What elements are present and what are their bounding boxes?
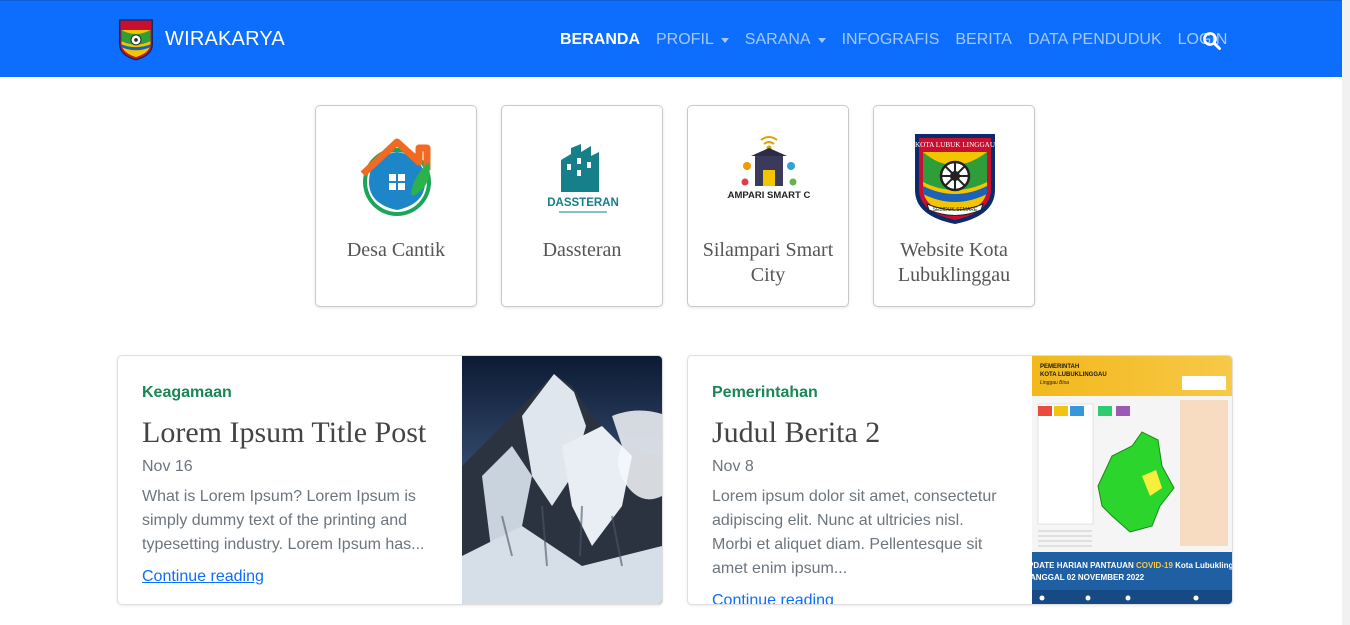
crest-motto-text: SEBIDUK SEMARE xyxy=(933,207,978,213)
post-category: Pemerintahan xyxy=(712,384,818,401)
app-label: Silampari Smart City xyxy=(702,239,834,286)
app-label: Desa Cantik xyxy=(346,239,446,261)
covid-infographic-image: PEMERINTAH KOTA LUBUKLINGGAU Linggau Bis… xyxy=(1032,356,1232,604)
post-title: Lorem Ipsum Title Post xyxy=(142,416,427,449)
nav-item-data-penduduk[interactable]: DATA PENDUDUK xyxy=(1028,31,1162,49)
city-crest-icon xyxy=(119,19,153,61)
nav-item-infografis[interactable]: INFOGRAFIS xyxy=(842,31,940,49)
post-date: Nov 16 xyxy=(142,458,193,475)
dassteran-logo-icon: DASSTERAN xyxy=(547,144,619,213)
nav-item-beranda[interactable]: BERANDA xyxy=(560,31,640,49)
app-card-silampari-smart-city[interactable]: SILAMPARI SMART CITY Silampari Smart Cit… xyxy=(687,105,849,307)
smart-city-logo-text-line: SILAMPARI SMART CITY xyxy=(727,190,811,201)
brand-name: WIRAKARYA xyxy=(165,27,285,50)
nav-item-profil[interactable]: PROFIL xyxy=(656,31,729,49)
post-date: Nov 8 xyxy=(712,458,754,475)
post-excerpt: What is Lorem Ipsum? Lorem Ipsum is simp… xyxy=(142,488,425,553)
app-card-dassteran[interactable]: DASSTERAN Dassteran xyxy=(501,105,663,307)
house-leaf-icon xyxy=(360,138,431,216)
post-excerpt: Lorem ipsum dolor sit amet, consectetur … xyxy=(712,488,997,577)
mountain-photo xyxy=(462,356,662,604)
caret-down-icon xyxy=(817,38,826,43)
crest-title-text: KOTA LUBUK LINGGAU xyxy=(915,141,996,149)
nav-label: SARANA xyxy=(744,31,811,48)
banner-1-part: PDATE HARIAN PANTAUAN xyxy=(1032,561,1136,570)
post-body: Keagamaan Lorem Ipsum Title Post Nov 16 … xyxy=(142,384,442,586)
dassteran-logo-text: DASSTERAN xyxy=(547,197,619,209)
post-card: Pemerintahan Judul Berita 2 Nov 8 Lorem … xyxy=(687,355,1233,605)
infographic-banner-2: ANGGAL 02 NOVEMBER 2022 xyxy=(1032,573,1145,582)
continue-reading-link[interactable]: Continue reading xyxy=(712,592,834,604)
navbar: WIRAKARYA BERANDA PROFIL SARANA INFOGRAF… xyxy=(0,0,1350,77)
post-body: Pemerintahan Judul Berita 2 Nov 8 Lorem … xyxy=(712,384,1012,604)
banner-1-highlight: COVID-19 xyxy=(1136,561,1173,570)
nav-label: PROFIL xyxy=(656,31,714,48)
nav-item-sarana[interactable]: SARANA xyxy=(745,31,826,49)
post-card: Keagamaan Lorem Ipsum Title Post Nov 16 … xyxy=(117,355,663,605)
nav-label: BERANDA xyxy=(560,31,640,48)
app-label: Website Kota Lubuklinggau xyxy=(897,239,1011,286)
city-crest-icon: KOTA LUBUK LINGGAU SEBIDUK SEMARE xyxy=(915,134,996,224)
banner-1-part: Kota Lubuklingg xyxy=(1173,561,1232,570)
post-category: Keagamaan xyxy=(142,384,232,401)
scrollbar[interactable] xyxy=(1342,0,1350,625)
continue-reading-link[interactable]: Continue reading xyxy=(142,568,264,586)
app-label: Dassteran xyxy=(542,239,622,261)
infographic-heading-1: PEMERINTAH xyxy=(1040,364,1079,370)
smart-city-logo-text: SILAMPARI SMART CITY xyxy=(727,190,811,201)
app-card-website-kota-lubuklinggau[interactable]: KOTA LUBUK LINGGAU SEBIDUK SEMARE Websit… xyxy=(873,105,1035,307)
nav-label: BERITA xyxy=(955,31,1012,48)
caret-down-icon xyxy=(720,38,729,43)
app-card-desa-cantik[interactable]: Desa Cantik xyxy=(315,105,477,307)
search-icon[interactable] xyxy=(1202,31,1222,51)
post-title: Judul Berita 2 xyxy=(712,416,881,449)
nav-item-berita[interactable]: BERITA xyxy=(955,31,1012,49)
nav-label: DATA PENDUDUK xyxy=(1027,31,1162,48)
infographic-motto: Linggau Bisa xyxy=(1040,380,1069,386)
nav-label: INFOGRAFIS xyxy=(841,31,940,48)
main-nav: BERANDA PROFIL SARANA INFOGRAFIS BERITA … xyxy=(552,31,1235,49)
smart-city-icon: SILAMPARI SMART CITY xyxy=(727,136,811,201)
brand[interactable]: WIRAKARYA xyxy=(117,15,285,63)
infographic-heading-2: KOTA LUBUKLINGGAU xyxy=(1040,372,1107,378)
infographic-banner-1: PDATE HARIAN PANTAUAN COVID-19 Kota Lubu… xyxy=(1032,561,1232,570)
